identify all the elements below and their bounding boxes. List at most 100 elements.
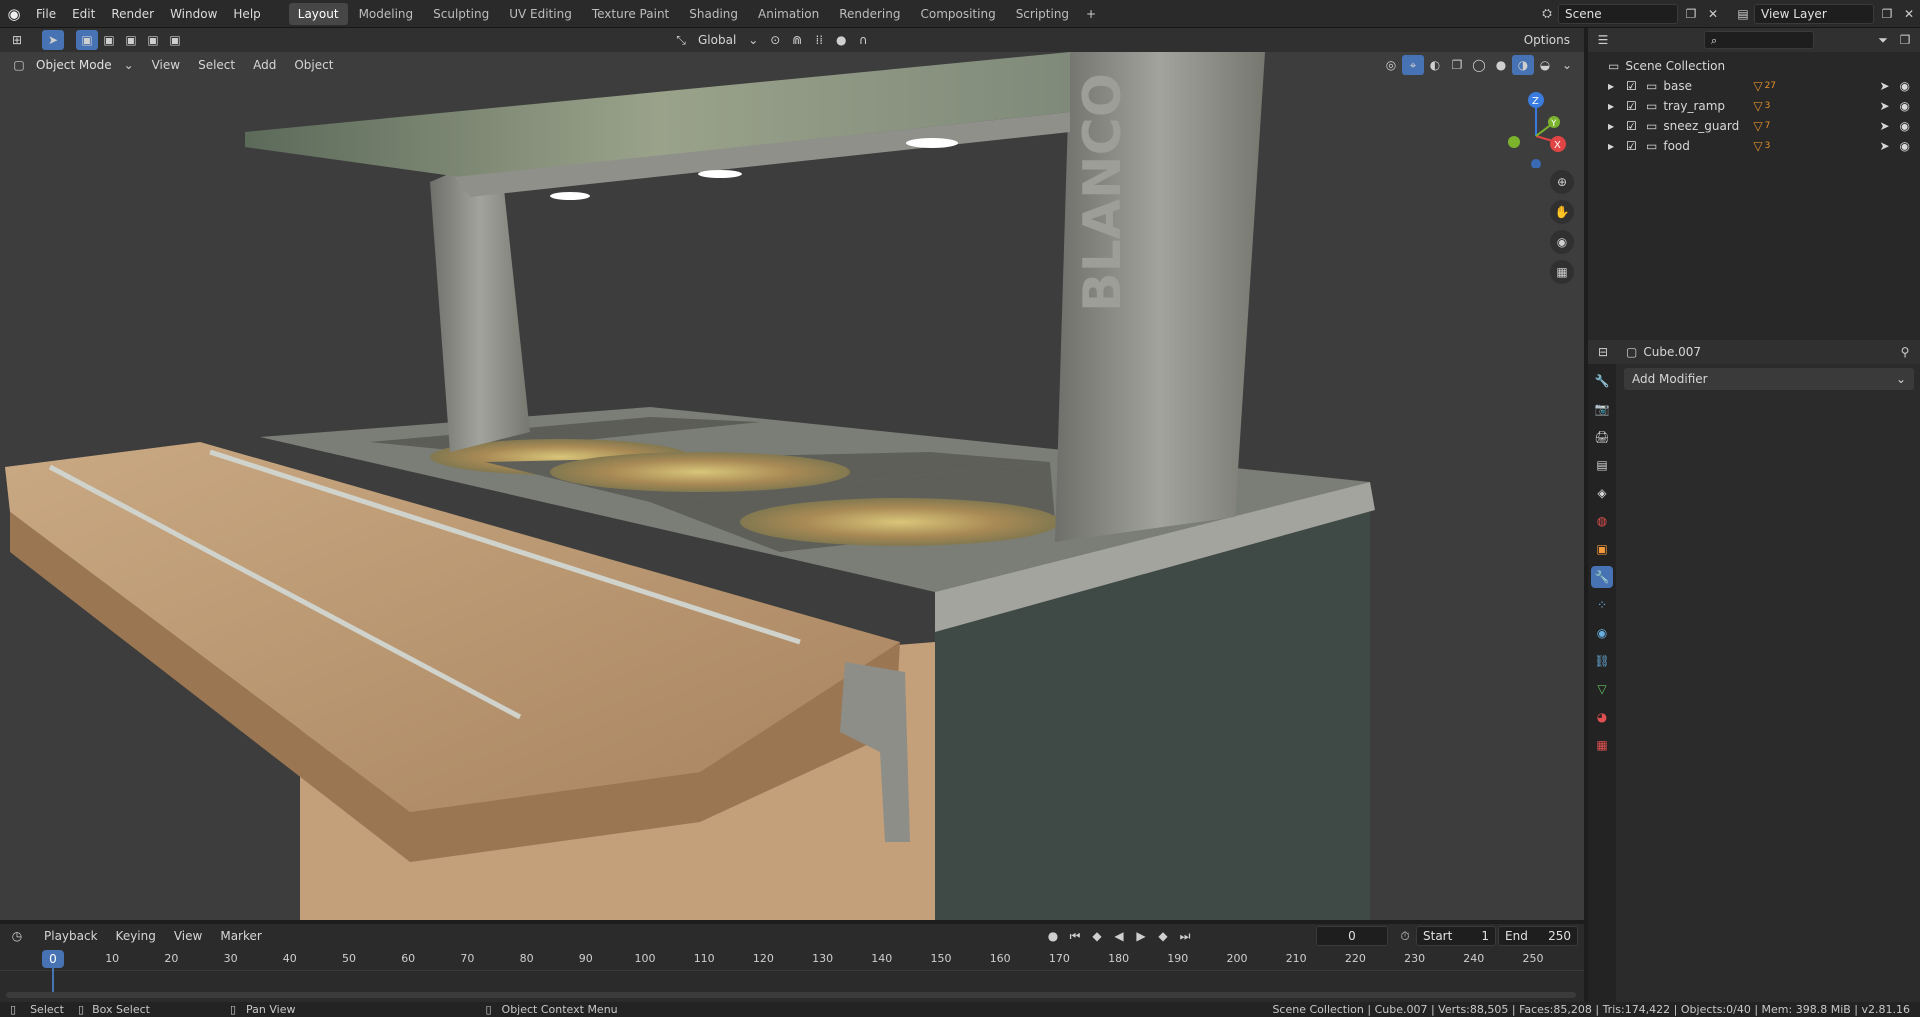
outliner-collection-row[interactable]: ▸ ☑ ▭ base ▽ 27 ➤ ◉ — [1608, 76, 1920, 96]
view-layer-icon[interactable]: ▤ — [1732, 4, 1754, 24]
material-tab-icon[interactable]: ◕ — [1591, 706, 1613, 728]
overlay-icon[interactable]: ◐ — [1424, 55, 1446, 75]
tab-shading[interactable]: Shading — [680, 3, 747, 25]
checkbox-icon[interactable]: ☑ — [1626, 119, 1642, 133]
jump-start-icon[interactable]: ⏮ — [1064, 926, 1086, 946]
blender-logo-icon[interactable]: ◉ — [0, 5, 28, 23]
timeline-menu-keying[interactable]: Keying — [110, 926, 162, 946]
expand-arrow-icon[interactable]: ▸ — [1608, 99, 1622, 113]
editor-type-icon[interactable]: ☰ — [1592, 30, 1614, 50]
timeline-menu-view[interactable]: View — [168, 926, 208, 946]
playhead[interactable]: 0 — [42, 950, 64, 968]
tab-layout[interactable]: Layout — [288, 2, 348, 25]
eye-icon[interactable]: ◉ — [1900, 139, 1910, 153]
snap-target-icon[interactable]: ⁞⁞ — [808, 30, 830, 50]
physics-tab-icon[interactable]: ◉ — [1591, 622, 1613, 644]
3d-viewport[interactable]: BLANCO Z X Y ⊕ ✋ ◉ ▦ — [0, 52, 1584, 920]
end-frame-field[interactable]: End 250 — [1498, 926, 1578, 946]
output-tab-icon[interactable]: 🖨 — [1591, 426, 1613, 448]
visibility-icon[interactable]: ◎ — [1380, 55, 1402, 75]
outliner-collection-row[interactable]: ▸ ☑ ▭ sneez_guard ▽ 7 ➤ ◉ — [1608, 116, 1920, 136]
particles-tab-icon[interactable]: ⁘ — [1591, 594, 1613, 616]
checkbox-icon[interactable]: ☑ — [1626, 99, 1642, 113]
tab-compositing[interactable]: Compositing — [911, 3, 1004, 25]
expand-arrow-icon[interactable]: ▸ — [1608, 79, 1622, 93]
add-modifier-button[interactable]: Add Modifier ⌄ — [1624, 368, 1914, 390]
select-new-icon[interactable]: ▣ — [76, 30, 98, 50]
new-scene-icon[interactable]: ❐ — [1680, 4, 1702, 24]
menu-window[interactable]: Window — [162, 0, 225, 28]
select-extend-icon[interactable]: ▣ — [98, 30, 120, 50]
menu-file[interactable]: File — [28, 0, 64, 28]
outliner-search-input[interactable]: ⌕ — [1704, 31, 1814, 49]
editor-type-icon[interactable]: ⊞ — [6, 30, 28, 50]
select-subtract-icon[interactable]: ▣ — [120, 30, 142, 50]
viewport-menu-view[interactable]: View — [146, 55, 186, 75]
select-arrow-icon[interactable]: ➤ — [1879, 79, 1889, 93]
mode-dropdown[interactable]: Object Mode — [30, 55, 118, 75]
new-view-layer-icon[interactable]: ❐ — [1876, 4, 1898, 24]
record-icon[interactable]: ● — [1042, 926, 1064, 946]
select-invert-icon[interactable]: ▣ — [142, 30, 164, 50]
eye-icon[interactable]: ◉ — [1900, 99, 1910, 113]
select-tool-icon[interactable]: ➤ — [42, 30, 64, 50]
outliner-collection-row[interactable]: ▸ ☑ ▭ food ▽ 3 ➤ ◉ — [1608, 136, 1920, 156]
gizmo-toggle-icon[interactable]: ⌖ — [1402, 55, 1424, 75]
tab-animation[interactable]: Animation — [749, 3, 828, 25]
data-tab-icon[interactable]: ▽ — [1591, 678, 1613, 700]
checkbox-icon[interactable]: ☑ — [1626, 139, 1642, 153]
modifier-tab-icon[interactable]: 🔧 — [1591, 566, 1613, 588]
shading-options-icon[interactable]: ⌄ — [1556, 55, 1578, 75]
menu-help[interactable]: Help — [225, 0, 268, 28]
scene-selector[interactable]: Scene — [1558, 3, 1678, 24]
start-frame-field[interactable]: Start 1 — [1416, 926, 1496, 946]
viewport-menu-add[interactable]: Add — [247, 55, 282, 75]
delete-view-layer-icon[interactable]: ✕ — [1898, 4, 1920, 24]
xray-icon[interactable]: ❐ — [1446, 55, 1468, 75]
timeline-menu-marker[interactable]: Marker — [214, 926, 267, 946]
tab-texture-paint[interactable]: Texture Paint — [583, 3, 678, 25]
constraints-tab-icon[interactable]: ⛓ — [1591, 650, 1613, 672]
scene-collection-row[interactable]: ▭ Scene Collection — [1608, 56, 1920, 76]
solid-shading-icon[interactable]: ● — [1490, 55, 1512, 75]
delete-scene-icon[interactable]: ✕ — [1702, 4, 1724, 24]
prev-keyframe-icon[interactable]: ◆ — [1086, 926, 1108, 946]
tab-modeling[interactable]: Modeling — [350, 3, 423, 25]
pan-hand-icon[interactable]: ✋ — [1550, 200, 1574, 224]
zoom-icon[interactable]: ⊕ — [1550, 170, 1574, 194]
menu-edit[interactable]: Edit — [64, 0, 103, 28]
select-arrow-icon[interactable]: ➤ — [1879, 99, 1889, 113]
object-mode-icon[interactable]: ▢ — [8, 55, 30, 75]
chevron-down-icon[interactable]: ⌄ — [742, 30, 764, 50]
object-tab-icon[interactable]: ▣ — [1591, 538, 1613, 560]
select-arrow-icon[interactable]: ➤ — [1879, 119, 1889, 133]
tab-sculpting[interactable]: Sculpting — [424, 3, 498, 25]
expand-arrow-icon[interactable]: ▸ — [1608, 119, 1622, 133]
select-intersect-icon[interactable]: ▣ — [164, 30, 186, 50]
transform-orientation-dropdown[interactable]: Global — [692, 30, 742, 50]
render-tab-icon[interactable]: 📷 — [1591, 398, 1613, 420]
view-layer-tab-icon[interactable]: ▤ — [1591, 454, 1613, 476]
camera-icon[interactable]: ◉ — [1550, 230, 1574, 254]
orientation-icon[interactable]: ⤡ — [670, 30, 692, 50]
view-layer-selector[interactable]: View Layer — [1754, 3, 1874, 24]
pin-icon[interactable]: ⚲ — [1894, 342, 1916, 362]
eye-icon[interactable]: ◉ — [1900, 79, 1910, 93]
timeline-menu-playback[interactable]: Playback — [38, 926, 104, 946]
chevron-down-icon[interactable]: ⌄ — [118, 55, 140, 75]
tool-tab-icon[interactable]: 🔧 — [1591, 370, 1613, 392]
rendered-shading-icon[interactable]: ◒ — [1534, 55, 1556, 75]
eye-icon[interactable]: ◉ — [1900, 119, 1910, 133]
filter-icon[interactable]: ⏷ — [1872, 30, 1894, 50]
scene-tab-icon[interactable]: ◈ — [1591, 482, 1613, 504]
tab-rendering[interactable]: Rendering — [830, 3, 909, 25]
add-workspace-icon[interactable]: + — [1080, 4, 1102, 24]
outliner-collection-row[interactable]: ▸ ☑ ▭ tray_ramp ▽ 3 ➤ ◉ — [1608, 96, 1920, 116]
expand-arrow-icon[interactable]: ▸ — [1608, 139, 1622, 153]
new-collection-icon[interactable]: ❐ — [1894, 30, 1916, 50]
navigation-gizmo[interactable]: Z X Y — [1500, 88, 1570, 169]
pivot-point-icon[interactable]: ⊙ — [764, 30, 786, 50]
viewport-menu-select[interactable]: Select — [192, 55, 241, 75]
falloff-icon[interactable]: ∩ — [852, 30, 874, 50]
editor-type-icon[interactable]: ⊟ — [1592, 342, 1614, 362]
